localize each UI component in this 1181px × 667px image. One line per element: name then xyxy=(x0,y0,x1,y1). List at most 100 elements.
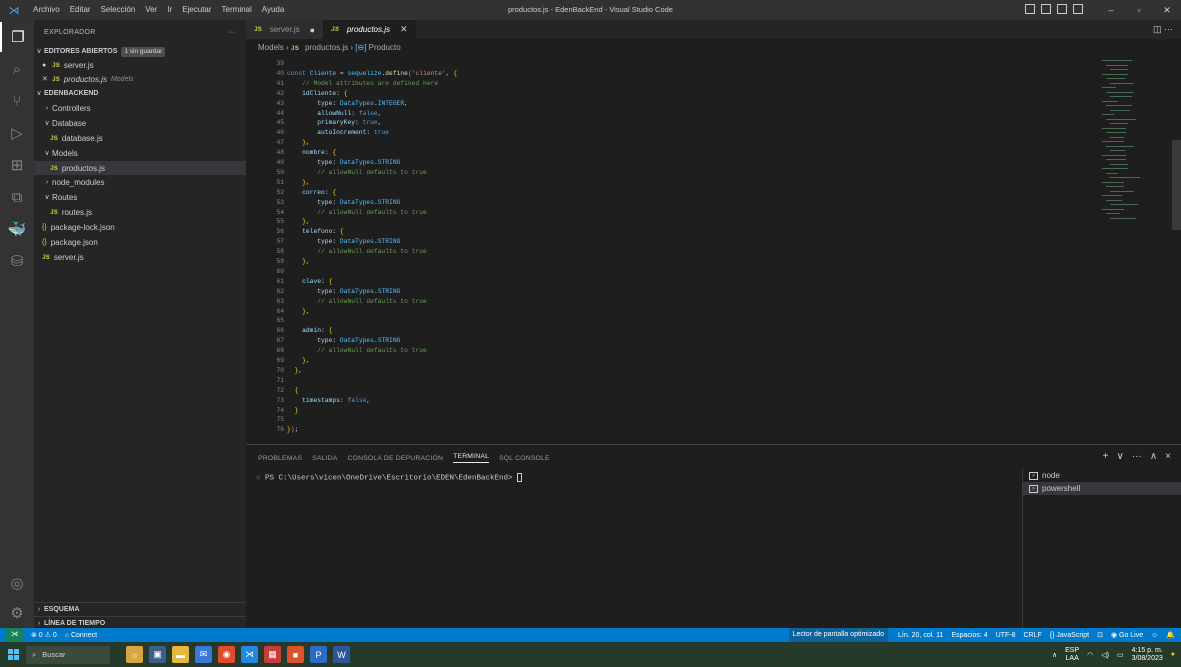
tab-sql-console[interactable]: SQL CONSOLE xyxy=(499,455,550,462)
code-line[interactable]: }, xyxy=(287,357,310,364)
tree-item-controllers[interactable]: › Controllers xyxy=(34,103,246,114)
code-line[interactable]: // allowNull defaults to true xyxy=(287,298,427,305)
code-line[interactable]: autoIncrement: true xyxy=(287,129,389,136)
code-line[interactable]: type: DataTypes.INTEGER, xyxy=(287,100,408,107)
code-line[interactable]: type: DataTypes.STRING xyxy=(287,238,400,245)
code-line[interactable]: // allowNull defaults to true xyxy=(287,209,427,216)
menu-editar[interactable]: Editar xyxy=(65,0,96,20)
tab-terminal[interactable]: TERMINAL xyxy=(453,453,490,463)
remote-indicator-icon[interactable]: ⋊ xyxy=(6,628,23,642)
code-line[interactable]: // allowNull defaults to true xyxy=(287,169,427,176)
code-line[interactable]: idCliente: { xyxy=(287,90,347,97)
maximize-panel-icon[interactable]: ∧ xyxy=(1150,451,1157,462)
open-editor-item[interactable]: ✕ JS productos.js Models xyxy=(34,74,246,85)
taskbar-search[interactable]: ⌕ Buscar xyxy=(26,645,110,664)
code-line[interactable]: telefono: { xyxy=(287,228,344,235)
code-line[interactable]: }, xyxy=(287,308,310,315)
connect-button[interactable]: ⌂ Connect xyxy=(65,632,97,639)
source-control-icon[interactable]: ⑂ xyxy=(0,86,34,116)
minimap[interactable] xyxy=(1096,56,1172,444)
word-icon[interactable]: W xyxy=(333,646,350,663)
tree-item-server-js[interactable]: JS server.js xyxy=(34,252,246,263)
code-line[interactable]: }); xyxy=(287,426,298,433)
problems-indicator[interactable]: ⊗ 0 ⚠ 0 xyxy=(31,631,57,639)
terminal-item-powershell[interactable]: > powershell xyxy=(1023,482,1181,495)
close-tab-icon[interactable]: ✕ xyxy=(400,24,408,35)
breadcrumb-symbol[interactable]: Producto xyxy=(369,43,401,52)
outline-section[interactable]: › ESQUEMA xyxy=(34,602,246,615)
code-line[interactable]: primaryKey: true, xyxy=(287,119,381,126)
app-orange-icon[interactable]: ■ xyxy=(287,646,304,663)
tree-item-database-js[interactable]: JS database.js xyxy=(34,133,246,144)
close-window-button[interactable]: ✕ xyxy=(1153,0,1181,20)
database-icon[interactable]: ⛁ xyxy=(0,246,34,276)
search-icon[interactable]: ⌕ xyxy=(0,54,34,84)
tree-item-routes-js[interactable]: JS routes.js xyxy=(34,207,246,218)
breadcrumb-folder[interactable]: Models xyxy=(258,43,284,52)
new-terminal-button[interactable]: + xyxy=(1103,451,1109,462)
menu-terminal[interactable]: Terminal xyxy=(217,0,257,20)
code-line[interactable]: correo: { xyxy=(287,189,336,196)
notification-icon[interactable]: ● xyxy=(1171,651,1175,658)
indentation[interactable]: Espacios: 4 xyxy=(951,632,987,639)
code-line[interactable]: const Cliente = sequelize.define('client… xyxy=(287,70,457,77)
panel-more-icon[interactable]: ··· xyxy=(1132,451,1142,462)
more-actions-icon[interactable]: ··· xyxy=(1164,24,1173,34)
code-line[interactable]: }, xyxy=(287,258,310,265)
split-editor-icon[interactable]: ◫ xyxy=(1153,24,1162,34)
tab-server-js[interactable]: JS server.js ● xyxy=(246,20,324,39)
run-debug-icon[interactable]: ▷ xyxy=(0,118,34,148)
close-panel-icon[interactable]: × xyxy=(1165,451,1171,462)
tab-productos-js[interactable]: JS productos.js ✕ xyxy=(323,20,416,39)
notifications-bell-icon[interactable]: 🔔 xyxy=(1166,631,1175,639)
mail-icon[interactable]: ✉ xyxy=(195,646,212,663)
terminal-output[interactable]: ○ PS C:\Users\vicen\OneDrive\Escritorio\… xyxy=(256,473,523,482)
code-line[interactable]: nombre: { xyxy=(287,149,336,156)
remote-explorer-icon[interactable]: ⧉ xyxy=(0,182,34,212)
feedback-icon[interactable]: ☺ xyxy=(1151,632,1158,639)
go-live-button[interactable]: ◉ Go Live xyxy=(1111,631,1143,639)
code-line[interactable]: type: DataTypes.STRING xyxy=(287,288,400,295)
explorer-more-button[interactable]: ··· xyxy=(228,20,236,46)
tree-item-routes[interactable]: ∨ Routes xyxy=(34,192,246,203)
open-editors-section[interactable]: ∨ EDITORES ABIERTOS 1 sin guardar xyxy=(34,46,246,57)
app-blue-icon[interactable]: P xyxy=(310,646,327,663)
code-editor[interactable]: 39 40 const Cliente = sequelize.define('cl… xyxy=(246,56,1096,444)
code-line[interactable]: allowNull: false, xyxy=(287,110,381,117)
maximize-button[interactable]: ▫ xyxy=(1125,0,1153,20)
code-line[interactable]: type: DataTypes.STRING xyxy=(287,199,400,206)
code-line[interactable]: // allowNull defaults to true xyxy=(287,347,427,354)
menu-ir[interactable]: Ir xyxy=(162,0,177,20)
toggle-sidebar-icon[interactable] xyxy=(1025,4,1035,14)
cursor-position[interactable]: Lín. 20, col. 11 xyxy=(898,632,943,639)
tree-item-node-modules[interactable]: › node_modules xyxy=(34,177,246,188)
code-line[interactable]: type: DataTypes.STRING xyxy=(287,337,400,344)
tab-problemas[interactable]: PROBLEMAS xyxy=(258,455,302,462)
code-line[interactable]: admin: { xyxy=(287,327,332,334)
wifi-icon[interactable]: ◠ xyxy=(1087,651,1093,659)
code-line[interactable]: clave: { xyxy=(287,278,332,285)
tab-consola-depuracion[interactable]: CONSOLA DE DEPURACIÓN xyxy=(348,455,444,462)
language-mode[interactable]: {} JavaScript xyxy=(1050,632,1089,639)
code-line[interactable]: } xyxy=(287,407,299,414)
clock[interactable]: 4:15 p. m. 3/08/2023 xyxy=(1132,647,1163,663)
volume-icon[interactable]: ◁) xyxy=(1101,651,1109,659)
menu-archivo[interactable]: Archivo xyxy=(28,0,65,20)
terminal-dropdown-icon[interactable]: ∨ xyxy=(1117,451,1124,462)
widgets-icon[interactable]: ☼ xyxy=(126,646,143,663)
tree-item-productos-js[interactable]: JS productos.js xyxy=(34,161,246,175)
breadcrumb-file[interactable]: productos.js xyxy=(305,43,348,52)
menu-ejecutar[interactable]: Ejecutar xyxy=(177,0,216,20)
editor-scrollbar[interactable] xyxy=(1172,140,1181,230)
toggle-secondary-sidebar-icon[interactable] xyxy=(1057,4,1067,14)
close-editor-icon[interactable]: ✕ xyxy=(42,74,52,85)
tree-item-database-folder[interactable]: ∨ Database xyxy=(34,118,246,129)
file-explorer-icon[interactable]: ▬ xyxy=(172,646,189,663)
end-of-line[interactable]: CRLF xyxy=(1023,632,1041,639)
customize-layout-icon[interactable] xyxy=(1073,4,1083,14)
vscode-taskbar-icon[interactable]: ⋊ xyxy=(241,646,258,663)
tree-item-package-json[interactable]: {} package.json xyxy=(34,237,246,248)
terminal-item-node[interactable]: > node xyxy=(1023,469,1181,482)
start-button[interactable] xyxy=(0,642,26,667)
tree-item-models[interactable]: ∨ Models xyxy=(34,148,246,159)
